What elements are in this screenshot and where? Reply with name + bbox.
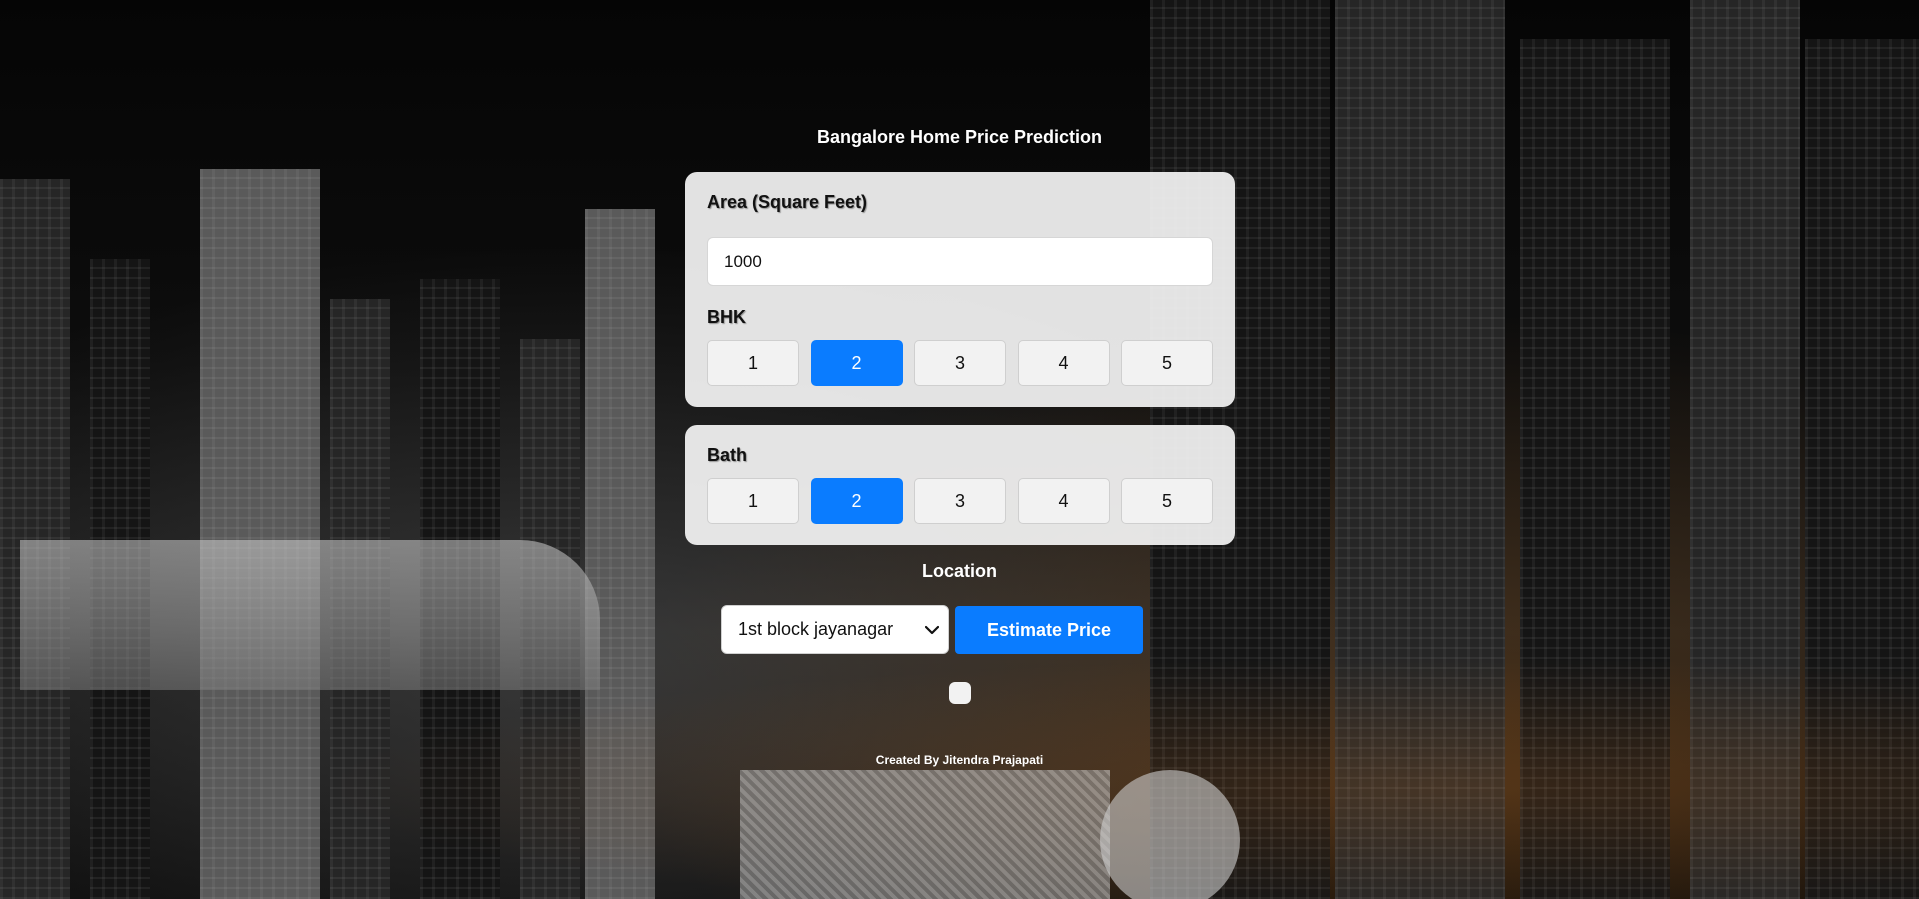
bhk-selector: 1 2 3 4 5 bbox=[707, 340, 1213, 386]
bath-option-1[interactable]: 1 bbox=[707, 478, 799, 524]
bhk-option-3[interactable]: 3 bbox=[914, 340, 1006, 386]
area-label: Area (Square Feet) bbox=[707, 192, 868, 212]
bath-option-4[interactable]: 4 bbox=[1017, 478, 1110, 524]
bhk-label: BHK bbox=[707, 307, 746, 327]
bhk-option-4[interactable]: 4 bbox=[1017, 340, 1110, 386]
location-label: Location bbox=[922, 561, 997, 581]
area-bhk-panel: Area (Square Feet) BHK 1 2 3 4 5 bbox=[685, 172, 1235, 407]
area-input[interactable] bbox=[707, 237, 1213, 286]
price-result-box bbox=[949, 682, 971, 704]
bhk-option-1[interactable]: 1 bbox=[707, 340, 799, 386]
page-title: Bangalore Home Price Prediction bbox=[816, 127, 1103, 147]
bhk-option-5[interactable]: 5 bbox=[1121, 340, 1213, 386]
bhk-option-2[interactable]: 2 bbox=[810, 340, 903, 386]
price-prediction-app: Bangalore Home Price Prediction Area (Sq… bbox=[0, 0, 1919, 899]
bath-panel: Bath 1 2 3 4 5 bbox=[685, 425, 1235, 545]
bath-option-5[interactable]: 5 bbox=[1121, 478, 1213, 524]
location-selected-value: 1st block jayanagar bbox=[738, 619, 894, 639]
bath-option-2[interactable]: 2 bbox=[810, 478, 903, 524]
bath-selector: 1 2 3 4 5 bbox=[707, 478, 1213, 524]
estimate-price-button[interactable]: Estimate Price bbox=[955, 606, 1143, 654]
bath-option-3[interactable]: 3 bbox=[914, 478, 1006, 524]
location-select[interactable]: 1st block jayanagar bbox=[721, 605, 949, 654]
bath-label: Bath bbox=[707, 445, 747, 465]
credit-text: Created By Jitendra Prajapati bbox=[875, 753, 1044, 767]
chevron-down-icon bbox=[922, 620, 942, 640]
